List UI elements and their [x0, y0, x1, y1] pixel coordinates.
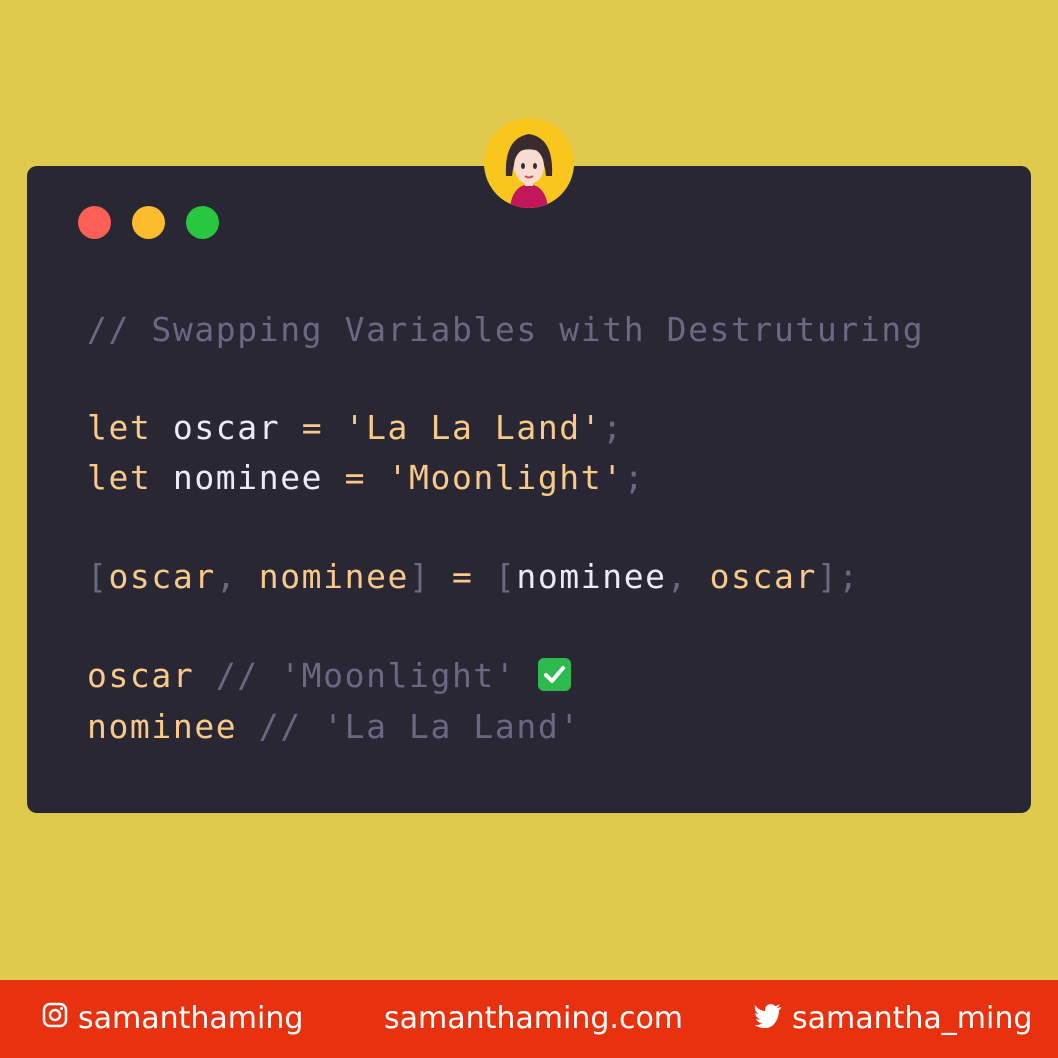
- punctuation: ]: [409, 557, 431, 596]
- variable: oscar: [87, 656, 195, 695]
- twitter-link[interactable]: samantha_ming: [754, 980, 1032, 1058]
- variable: oscar: [108, 557, 216, 596]
- operator: =: [344, 458, 367, 497]
- variable: nominee: [516, 557, 667, 596]
- code-line-5: nominee // 'La La Land': [87, 705, 581, 749]
- variable: oscar: [709, 557, 817, 596]
- code-block: // Swapping Variables with Destruturing …: [87, 0, 1017, 746]
- twitter-handle: samantha_ming: [792, 1001, 1033, 1036]
- string: 'Moonlight': [387, 458, 624, 497]
- website-url: samanthaming.com: [384, 1001, 684, 1036]
- keyword: let: [87, 408, 152, 447]
- code-line-2: let nominee = 'Moonlight';: [87, 456, 645, 500]
- punctuation: ];: [816, 557, 860, 596]
- punctuation: ,: [666, 557, 689, 596]
- instagram-icon: [42, 980, 68, 1058]
- variable: nominee: [172, 458, 324, 497]
- code-comment: // Swapping Variables with Destruturing: [87, 310, 925, 349]
- punctuation: ;: [602, 408, 624, 447]
- string: 'La La Land': [344, 408, 603, 447]
- punctuation: ;: [623, 458, 646, 497]
- woman-avatar-icon: [484, 118, 574, 208]
- instagram-handle: samanthaming: [78, 1001, 304, 1036]
- code-line-1: let oscar = 'La La Land';: [87, 406, 624, 450]
- punctuation: [: [494, 557, 517, 596]
- inline-comment: // 'La La Land': [258, 707, 581, 746]
- variable: oscar: [172, 408, 281, 447]
- punctuation: ,: [215, 557, 238, 596]
- inline-comment: // 'Moonlight': [215, 656, 517, 695]
- operator: =: [301, 408, 324, 447]
- check-mark-icon: [537, 658, 571, 691]
- website-link[interactable]: samanthaming.com: [384, 980, 683, 1058]
- punctuation: [: [87, 557, 109, 596]
- operator: =: [451, 557, 474, 596]
- code-line-3: [oscar, nominee] = [nominee, oscar];: [87, 555, 860, 599]
- twitter-icon: [754, 980, 782, 1058]
- variable: nominee: [87, 707, 238, 746]
- code-line-4: oscar // 'Moonlight': [87, 654, 571, 698]
- variable: nominee: [258, 557, 410, 596]
- footer-bar: samanthaming samanthaming.com samantha_m…: [0, 980, 1058, 1058]
- keyword: let: [87, 458, 152, 497]
- instagram-link[interactable]: samanthaming: [42, 980, 303, 1058]
